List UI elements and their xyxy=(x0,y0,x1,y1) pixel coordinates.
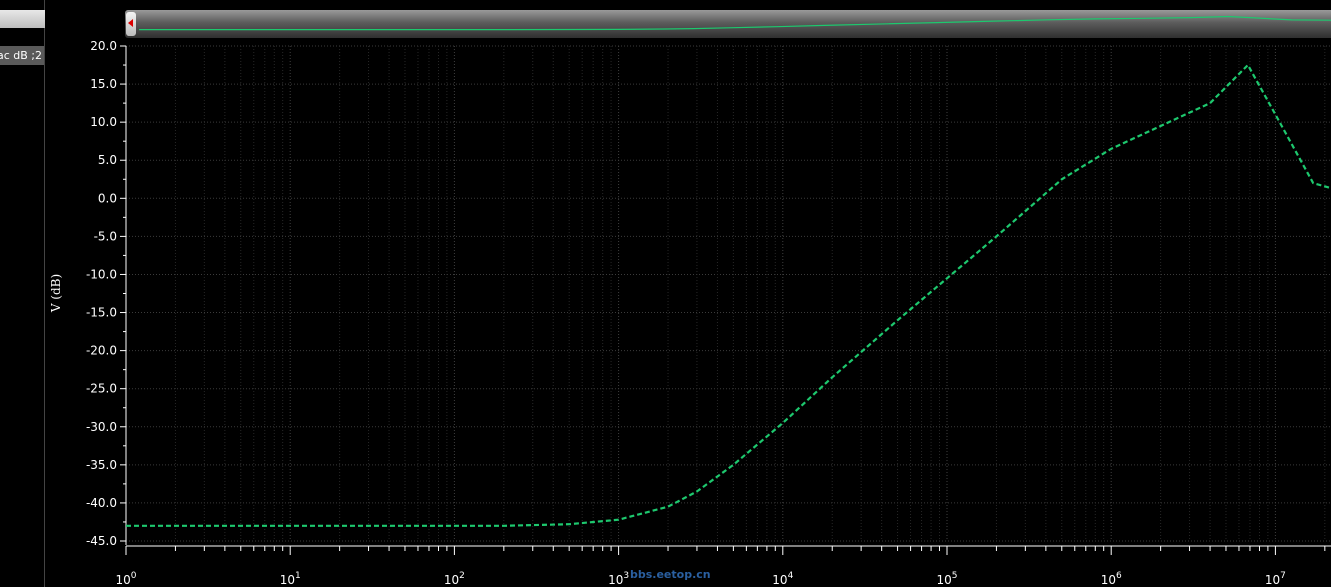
plot-traces xyxy=(126,63,1331,527)
y-tick-label: 10.0 xyxy=(90,115,117,129)
ac-plot[interactable]: 20.0 15.0 10.0 5.0 0.0 -5.0 -10.0 -15.0 -20.0 -25… xyxy=(0,0,1331,587)
x-tick-label: 103 xyxy=(608,571,629,587)
watermark: bbs.eetop.cn xyxy=(630,568,711,581)
plot-grid xyxy=(125,45,1331,542)
x-tick-label: 100 xyxy=(115,571,136,587)
y-tick-label: -20.0 xyxy=(86,344,117,358)
x-tick-label: 106 xyxy=(1101,571,1122,587)
x-tick-label: 104 xyxy=(772,571,793,587)
y-tick-label: 15.0 xyxy=(90,77,117,91)
y-tick-label: -40.0 xyxy=(86,496,117,510)
x-tick-label: 107 xyxy=(1265,571,1286,587)
y-tick-label: -45.0 xyxy=(86,534,117,548)
y-tick-label: -25.0 xyxy=(86,382,117,396)
y-tick-label: -30.0 xyxy=(86,420,117,434)
x-tick-label: 105 xyxy=(936,571,957,587)
series-line[interactable] xyxy=(126,63,1331,527)
y-tick-label: 20.0 xyxy=(90,39,117,53)
x-tick-label: 101 xyxy=(280,571,301,587)
y-tick-label: -35.0 xyxy=(86,458,117,472)
y-tick-label: 0.0 xyxy=(98,191,117,205)
y-tick-label: -5.0 xyxy=(94,229,117,243)
y-axis-label: V (dB) xyxy=(49,274,63,313)
y-tick-label: -15.0 xyxy=(86,306,117,320)
y-tick-label: -10.0 xyxy=(86,267,117,281)
y-tick-label: 5.0 xyxy=(98,153,117,167)
x-tick-label: 102 xyxy=(444,571,465,587)
